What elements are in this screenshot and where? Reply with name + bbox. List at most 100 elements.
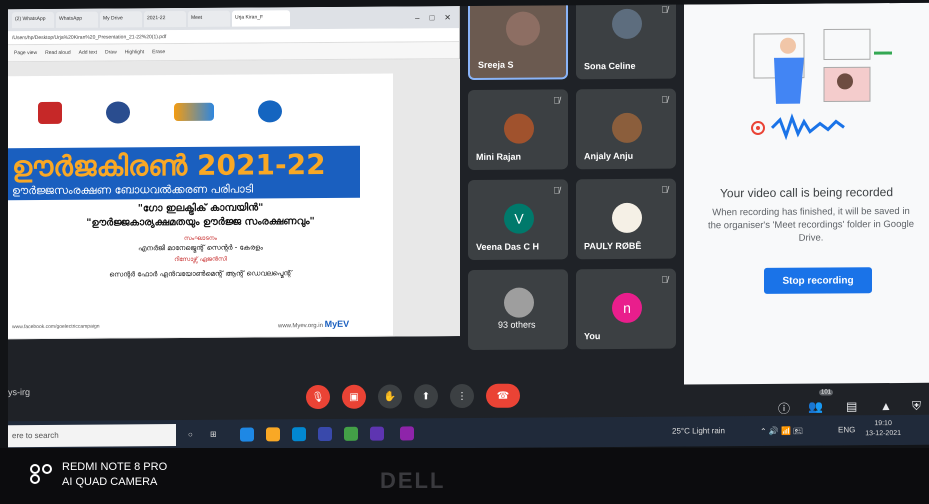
browser-tab[interactable]: My Drive bbox=[100, 11, 142, 28]
mic-off-icon: 🎙̸ bbox=[553, 185, 560, 196]
minimize-icon[interactable]: – bbox=[415, 13, 419, 22]
weather-widget[interactable]: 25°C Light rain bbox=[672, 426, 725, 435]
participant-name: PAULY RØBĒ bbox=[584, 240, 642, 252]
mic-off-icon: 🎙̸ bbox=[661, 4, 668, 15]
host-controls-icon[interactable]: ⛨ bbox=[912, 399, 921, 414]
participant-tile[interactable]: 🎙̸ PAULY RØBĒ bbox=[576, 178, 676, 260]
stop-recording-button[interactable]: Stop recording bbox=[764, 267, 872, 294]
mail-icon[interactable] bbox=[318, 426, 332, 442]
browser-tab[interactable]: 2021-22 bbox=[144, 10, 186, 28]
mic-off-icon: 🎙̸ bbox=[661, 94, 668, 105]
recording-panel: Your video call is being recorded When r… bbox=[684, 2, 929, 385]
participant-name: Sreeja S bbox=[478, 59, 514, 70]
toolbar-read-aloud[interactable]: Read aloud bbox=[45, 50, 71, 56]
app-icon[interactable] bbox=[370, 426, 384, 441]
slide-line: സെന്റർ ഫോർ എൻവയോൺമെന്റ് ആന്റ് ഡെവലപ്മെന്… bbox=[109, 269, 292, 279]
taskbar-search[interactable]: ere to search bbox=[8, 424, 176, 448]
toolbar-page-view[interactable]: Page view bbox=[14, 50, 37, 56]
recording-title: Your video call is being recorded bbox=[720, 185, 893, 201]
phone-end-icon: ☎ bbox=[496, 390, 510, 402]
taskbar-clock[interactable]: 19:10 13-12-2021 bbox=[865, 419, 901, 439]
participant-name: You bbox=[584, 331, 601, 342]
recording-illustration bbox=[751, 28, 892, 141]
toolbar-erase[interactable]: Erase bbox=[152, 49, 165, 55]
people-count-badge: 101 bbox=[819, 389, 834, 396]
more-icon: ⋮ bbox=[457, 390, 467, 402]
chrome-icon[interactable] bbox=[344, 426, 358, 441]
participant-tile[interactable]: Sreeja S bbox=[468, 2, 568, 81]
app-icon[interactable] bbox=[400, 426, 414, 441]
avatar bbox=[612, 8, 642, 39]
camera-watermark-icon bbox=[30, 464, 54, 486]
activities-icon[interactable]: ▲ bbox=[880, 399, 892, 413]
title-banner: ഊർജകിരൺ 2021-22 ഊർജ്ജസംരക്ഷണ ബോധവൽക്കരണ … bbox=[8, 145, 360, 201]
toolbar-add-text[interactable]: Add text bbox=[79, 50, 97, 56]
watermark-line1: REDMI NOTE 8 PRO bbox=[62, 461, 168, 473]
site-footer: www.Myev.org.in MyEV bbox=[278, 318, 350, 330]
participant-video bbox=[506, 11, 540, 46]
present-icon: ⬆ bbox=[421, 390, 431, 402]
participant-name: Mini Rajan bbox=[476, 151, 522, 162]
window-controls: – □ ✕ bbox=[415, 13, 459, 22]
facebook-footer: www.facebook.com/goelectriccampaign bbox=[12, 323, 100, 331]
mic-toggle-button[interactable]: 🎙 bbox=[306, 384, 330, 410]
participant-tile[interactable]: 🎙̸ Anjaly Anju bbox=[576, 88, 676, 170]
emc-logo bbox=[106, 101, 130, 124]
maximize-icon[interactable]: □ bbox=[429, 13, 434, 22]
chat-icon[interactable]: ▤ bbox=[846, 399, 857, 413]
kseb-logo bbox=[38, 101, 62, 125]
more-options-button[interactable]: ⋮ bbox=[450, 383, 474, 409]
participant-tile[interactable]: 🎙̸ Mini Rajan bbox=[468, 89, 568, 171]
windows-taskbar: ere to search ○ ⊞ 25°C Light rain ⌃ 🔊 📶 … bbox=[8, 414, 929, 452]
monitor-logo: DELL bbox=[380, 468, 446, 493]
participant-tile[interactable]: 🎙̸ V Veena Das C H bbox=[468, 179, 568, 261]
avatar bbox=[504, 113, 534, 144]
participant-name: Veena Das C H bbox=[476, 241, 540, 252]
mic-off-icon: 🎙̸ bbox=[661, 274, 668, 285]
browser-tab[interactable]: WhatsApp bbox=[56, 11, 98, 28]
browser-tab[interactable]: (2) WhatsApp bbox=[12, 11, 54, 29]
mic-off-icon: 🎙 bbox=[311, 391, 325, 403]
people-icon[interactable]: 👥 bbox=[808, 400, 823, 414]
tab-bar: (2) WhatsApp WhatsApp My Drive 2021-22 M… bbox=[8, 6, 459, 32]
close-icon[interactable]: ✕ bbox=[444, 13, 451, 22]
toolbar-draw[interactable]: Draw bbox=[105, 49, 117, 55]
language-indicator[interactable]: ENG bbox=[838, 425, 855, 434]
camera-toggle-button[interactable]: ▣ bbox=[342, 384, 366, 409]
cortana-icon[interactable]: ○ bbox=[188, 430, 193, 439]
leave-call-button[interactable]: ☎ bbox=[486, 383, 520, 408]
participant-name: 93 others bbox=[498, 319, 536, 330]
info-icon[interactable]: ⓘ bbox=[778, 400, 790, 417]
monitor-screen: (2) WhatsApp WhatsApp My Drive 2021-22 M… bbox=[8, 2, 929, 452]
present-button[interactable]: ⬆ bbox=[414, 384, 438, 409]
avatar bbox=[612, 112, 642, 143]
toolbar-highlight[interactable]: Highlight bbox=[125, 49, 144, 55]
myev-logo: MyEV bbox=[324, 318, 350, 330]
hand-icon: ✋ bbox=[383, 391, 397, 403]
browser-tab-active[interactable]: Urja Kiran_F bbox=[232, 10, 290, 27]
participant-tile[interactable]: 93 others bbox=[468, 269, 568, 351]
file-explorer-icon[interactable] bbox=[266, 427, 280, 442]
browser-tab[interactable]: Meet bbox=[188, 10, 230, 27]
photo-frame: (2) WhatsApp WhatsApp My Drive 2021-22 M… bbox=[0, 0, 929, 504]
store-icon[interactable] bbox=[292, 427, 306, 442]
raise-hand-button[interactable]: ✋ bbox=[378, 384, 402, 409]
others-avatar bbox=[504, 287, 534, 318]
slide-line: എനർജി മാനേജ്മെന്റ് സെന്റർ - കേരളം bbox=[138, 243, 263, 253]
mic-off-icon: 🎙̸ bbox=[661, 184, 668, 195]
camera-off-icon: ▣ bbox=[349, 391, 359, 403]
logo-row bbox=[38, 96, 338, 128]
ced-logo bbox=[258, 100, 282, 123]
tray-icons[interactable]: ⌃ 🔊 📶 🖭 bbox=[760, 426, 803, 440]
participant-tile[interactable]: 🎙̸ Sona Celine bbox=[576, 2, 676, 80]
slide-line: റിസോഴ്സ് ഏജൻസി bbox=[174, 255, 227, 264]
edge-icon[interactable] bbox=[240, 427, 254, 442]
task-view-icon[interactable]: ⊞ bbox=[210, 430, 217, 439]
participant-tile-self[interactable]: 🎙̸ n You bbox=[576, 268, 676, 350]
camera-watermark: REDMI NOTE 8 PRO AI QUAD CAMERA bbox=[30, 460, 167, 490]
slide-line: "ഊർജ്ജകാര്യക്ഷമതയും ഊർജ്ജ സംരക്ഷണവും" bbox=[86, 216, 315, 229]
slide-line: "ഗോ ഇലക്ട്രിക് കാമ്പയിൻ" bbox=[137, 202, 264, 215]
pdf-viewer: ഊർജകിരൺ 2021-22 ഊർജ്ജസംരക്ഷണ ബോധവൽക്കരണ … bbox=[8, 59, 460, 340]
recording-message: When recording has finished, it will be … bbox=[707, 205, 915, 244]
slide-title: ഊർജകിരൺ 2021-22 bbox=[12, 147, 326, 184]
